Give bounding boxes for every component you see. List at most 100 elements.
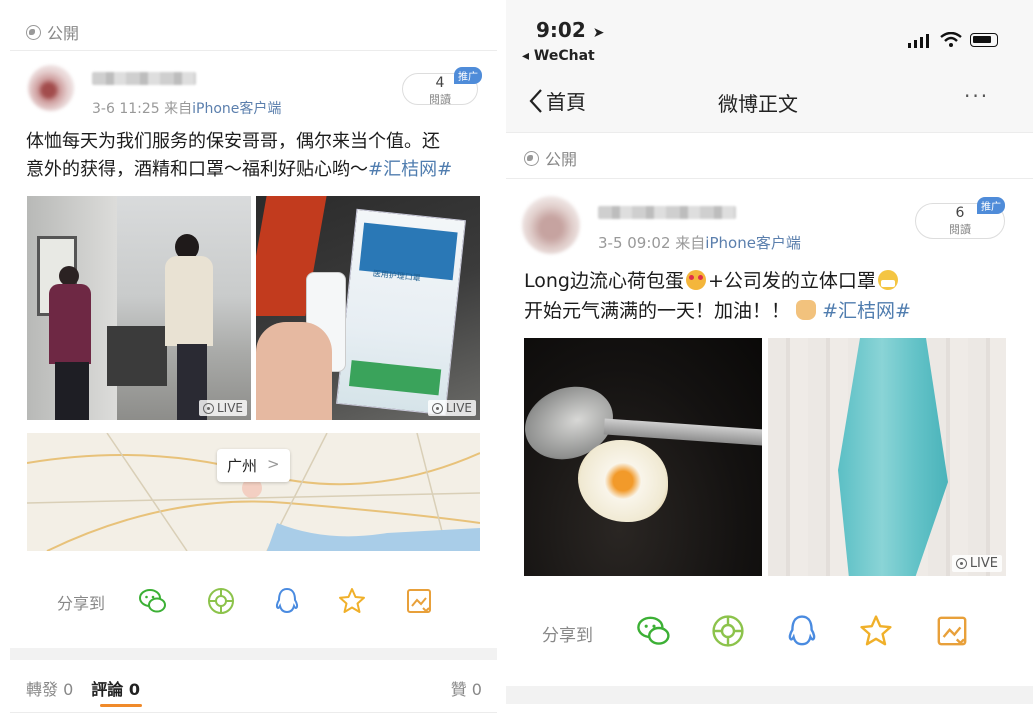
post-photo-egg[interactable] [524, 338, 762, 576]
divider [506, 132, 1033, 133]
divider [10, 50, 497, 51]
mask-emoji-icon [877, 270, 898, 290]
post-photo-supplies[interactable]: 医用护理口罩 LIVE [256, 196, 480, 420]
live-label: LIVE [969, 556, 998, 571]
tab-like[interactable]: 贊 0 [451, 676, 482, 700]
mask-pack-green [348, 360, 442, 396]
wifi-icon [940, 32, 962, 47]
globe-icon [26, 24, 41, 40]
signal-bar [914, 40, 917, 48]
battery-level [973, 36, 991, 43]
photo-desk [107, 326, 167, 386]
location-map[interactable]: 广州 > [27, 433, 480, 551]
more-button[interactable]: ··· [964, 84, 989, 108]
rock-hand-emoji-icon [796, 300, 817, 320]
live-photo-icon [431, 402, 443, 414]
heart-eyes-emoji-icon [685, 270, 706, 290]
globe-icon [524, 150, 539, 166]
back-button[interactable]: 首頁 [528, 86, 586, 115]
star-icon[interactable] [337, 586, 367, 616]
post-from: 来自 [675, 234, 706, 252]
location-arrow-icon: ➤ [592, 25, 605, 41]
interaction-tabs: 轉發 0 評論 0 贊 0 [26, 676, 482, 700]
photo-person-head [59, 266, 79, 286]
back-label: 首頁 [546, 90, 586, 114]
return-to-app[interactable]: ◂ WeChat [522, 48, 595, 64]
post-time: 3-6 11:25 [92, 101, 160, 117]
username-blurred[interactable] [92, 72, 196, 85]
photo-hand [256, 322, 332, 420]
avatar[interactable] [522, 196, 580, 254]
promote-badge[interactable]: 推广 [454, 67, 482, 84]
share-label: 分享到 [57, 594, 106, 613]
wechat-icon[interactable] [138, 586, 168, 616]
photo-guard-body [165, 256, 213, 346]
post-text-span: Long边流心荷包蛋 [524, 270, 684, 292]
visibility-label: 公開 [545, 150, 578, 169]
photo-person-body [49, 284, 91, 364]
post-meta: 3-5 09:02 来自iPhone客户端 [598, 232, 801, 253]
chevron-right-icon: > [267, 455, 280, 473]
photo-egg [578, 440, 668, 522]
post-text: 体恤每天为我们服务的保安哥哥，偶尔来当个值。还 意外的获得，酒精和口罩～福利好贴… [26, 128, 486, 184]
post-photo-mask[interactable]: LIVE [768, 338, 1006, 576]
post-text: Long边流心荷包蛋 +公司发的立体口罩 开始元气满满的一天！加油！！ #汇桔网# [524, 266, 1024, 326]
qq-icon[interactable] [272, 586, 302, 616]
post-text-line: 意外的获得，酒精和口罩～福利好贴心哟～#汇桔网# [26, 156, 486, 184]
signal-bar [926, 34, 929, 48]
username-blurred[interactable] [598, 206, 736, 219]
section-gap [10, 648, 497, 660]
visibility-row: 公開 [524, 146, 577, 170]
emoji-eye [697, 275, 703, 280]
status-time: 9:02 ➤ [536, 18, 604, 42]
live-label: LIVE [216, 401, 243, 415]
moments-icon[interactable] [206, 586, 236, 616]
page-title: 微博正文 [718, 92, 798, 116]
post-text-line: Long边流心荷包蛋 +公司发的立体口罩 [524, 266, 1024, 296]
avatar[interactable] [28, 65, 74, 111]
chevron-left-icon [529, 88, 542, 113]
hashtag-link[interactable]: #汇桔网# [822, 300, 911, 322]
emoji-mask [880, 280, 895, 287]
read-label: 閱讀 [429, 93, 451, 106]
visibility-row: 公開 [26, 20, 79, 44]
post-source[interactable]: iPhone客户端 [705, 234, 801, 252]
map-location-tag[interactable]: 广州 > [217, 449, 290, 482]
read-label: 閱讀 [949, 223, 971, 236]
photo-blue-mask [838, 338, 948, 576]
post-text-span: 开始元气满满的一天！加油！！ [524, 300, 791, 322]
post-text-line: 开始元气满满的一天！加油！！ #汇桔网# [524, 296, 1024, 326]
signal-bar [908, 43, 911, 48]
post-text-span: 意外的获得，酒精和口罩～福利好贴心哟～ [26, 159, 368, 180]
post-text-span: +公司发的立体口罩 [707, 270, 876, 292]
emoji-eye [688, 275, 694, 280]
promote-badge[interactable]: 推广 [977, 197, 1005, 214]
save-image-icon[interactable] [404, 586, 434, 616]
post-photo-security[interactable]: LIVE [27, 196, 251, 420]
map-city: 广州 [227, 457, 258, 475]
post-text-line: 体恤每天为我们服务的保安哥哥，偶尔来当个值。还 [26, 131, 440, 152]
post-time: 3-5 09:02 [598, 234, 671, 252]
wechat-icon[interactable] [636, 613, 672, 649]
post-source[interactable]: iPhone客户端 [192, 101, 281, 117]
live-badge: LIVE [427, 400, 476, 416]
save-image-icon[interactable] [934, 613, 970, 649]
live-label: LIVE [445, 401, 472, 415]
qq-icon[interactable] [784, 613, 820, 649]
divider [506, 178, 1033, 179]
post-from: 来自 [164, 101, 193, 117]
photo-mask-pack: 医用护理口罩 [336, 208, 466, 416]
section-gap [506, 686, 1033, 704]
tab-comment[interactable]: 評論 0 [91, 676, 140, 700]
right-screenshot: 9:02 ➤ ◂ WeChat 首頁 微博正文 ··· 公開 3-5 09:02… [506, 0, 1033, 727]
active-tab-indicator [100, 704, 142, 707]
left-screenshot: 公開 3-6 11:25 来自iPhone客户端 4 閱讀 推广 体恤每天为我们… [0, 0, 497, 727]
moments-icon[interactable] [710, 613, 746, 649]
star-icon[interactable] [858, 613, 894, 649]
tab-repost[interactable]: 轉發 0 [26, 676, 73, 700]
screenshot-separator [497, 0, 506, 727]
post-meta: 3-6 11:25 来自iPhone客户端 [92, 98, 281, 118]
hashtag-link[interactable]: #汇桔网# [368, 159, 452, 180]
photo-person-legs [55, 362, 89, 420]
signal-bar [920, 37, 923, 48]
